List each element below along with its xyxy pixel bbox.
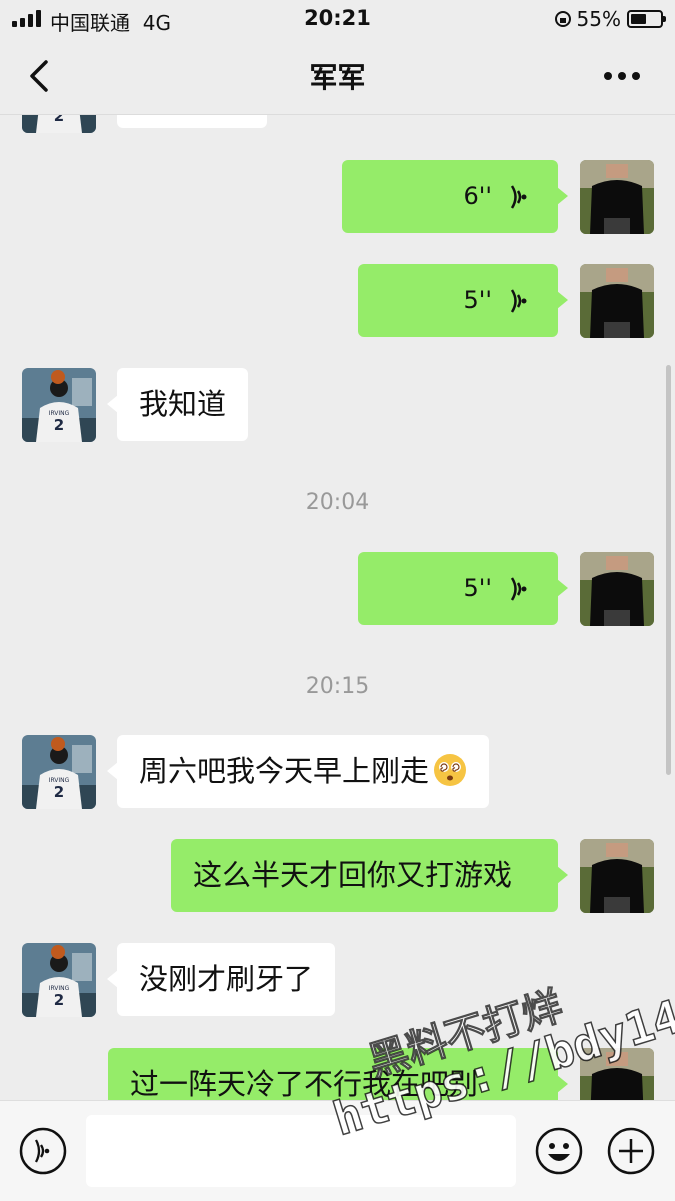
chat-title: 军军 xyxy=(309,61,366,94)
contact-avatar[interactable] xyxy=(22,735,96,809)
my-avatar[interactable] xyxy=(580,839,654,913)
voice-message-bubble[interactable]: 5'' xyxy=(358,264,568,337)
voice-message-bubble[interactable]: 6'' xyxy=(342,160,568,233)
rotation-lock-icon xyxy=(554,11,571,27)
input-bar xyxy=(0,1100,675,1201)
message-timestamp: 20:04 xyxy=(305,490,370,515)
text-message-bubble[interactable]: 这么半天才回你又打游戏 xyxy=(171,839,568,912)
contact-avatar[interactable] xyxy=(22,115,96,133)
text-message-bubble[interactable]: 我知道 xyxy=(106,368,249,441)
text-message-bubble[interactable]: 没刚才刷牙了 xyxy=(106,943,336,1016)
my-avatar[interactable] xyxy=(580,1048,654,1100)
text-message-bubble[interactable]: 周六吧我今天早上刚走 xyxy=(106,735,490,808)
contact-avatar[interactable] xyxy=(22,943,96,1017)
status-bar: 中国联通 4G 20:21 55% xyxy=(0,0,675,38)
voice-input-icon[interactable] xyxy=(18,1126,68,1176)
my-avatar[interactable] xyxy=(580,552,654,626)
voice-duration: 6'' xyxy=(463,182,492,210)
voice-wave-icon xyxy=(510,184,527,209)
voice-wave-icon xyxy=(510,288,527,313)
more-functions-plus-icon[interactable] xyxy=(606,1126,656,1176)
text-message-bubble[interactable]: 过一阵天冷了不行我在吧别 xyxy=(108,1048,568,1100)
voice-message-bubble[interactable]: 5'' xyxy=(358,552,568,625)
message-input[interactable] xyxy=(86,1115,516,1187)
message-timestamp: 20:15 xyxy=(305,674,370,699)
message-bubble-partial[interactable] xyxy=(117,115,267,128)
voice-wave-icon xyxy=(510,576,527,601)
message-list[interactable]: 6'' 5'' 我知道 20:04 5'' 20:15 周六吧我今天早上刚走 这… xyxy=(0,115,675,1100)
battery-percent: 55% xyxy=(576,7,621,31)
my-avatar[interactable] xyxy=(580,160,654,234)
contact-avatar[interactable] xyxy=(22,368,96,442)
battery-icon xyxy=(627,10,666,28)
more-options-icon[interactable] xyxy=(597,56,647,96)
message-text: 周六吧我今天早上刚走 xyxy=(139,754,430,788)
my-avatar[interactable] xyxy=(580,264,654,338)
dizzy-face-emoji-icon xyxy=(434,754,467,786)
voice-duration: 5'' xyxy=(463,286,492,314)
scrollbar[interactable] xyxy=(666,365,671,775)
voice-duration: 5'' xyxy=(463,574,492,602)
chat-header: 军军 xyxy=(0,38,675,115)
emoji-picker-icon[interactable] xyxy=(534,1126,584,1176)
